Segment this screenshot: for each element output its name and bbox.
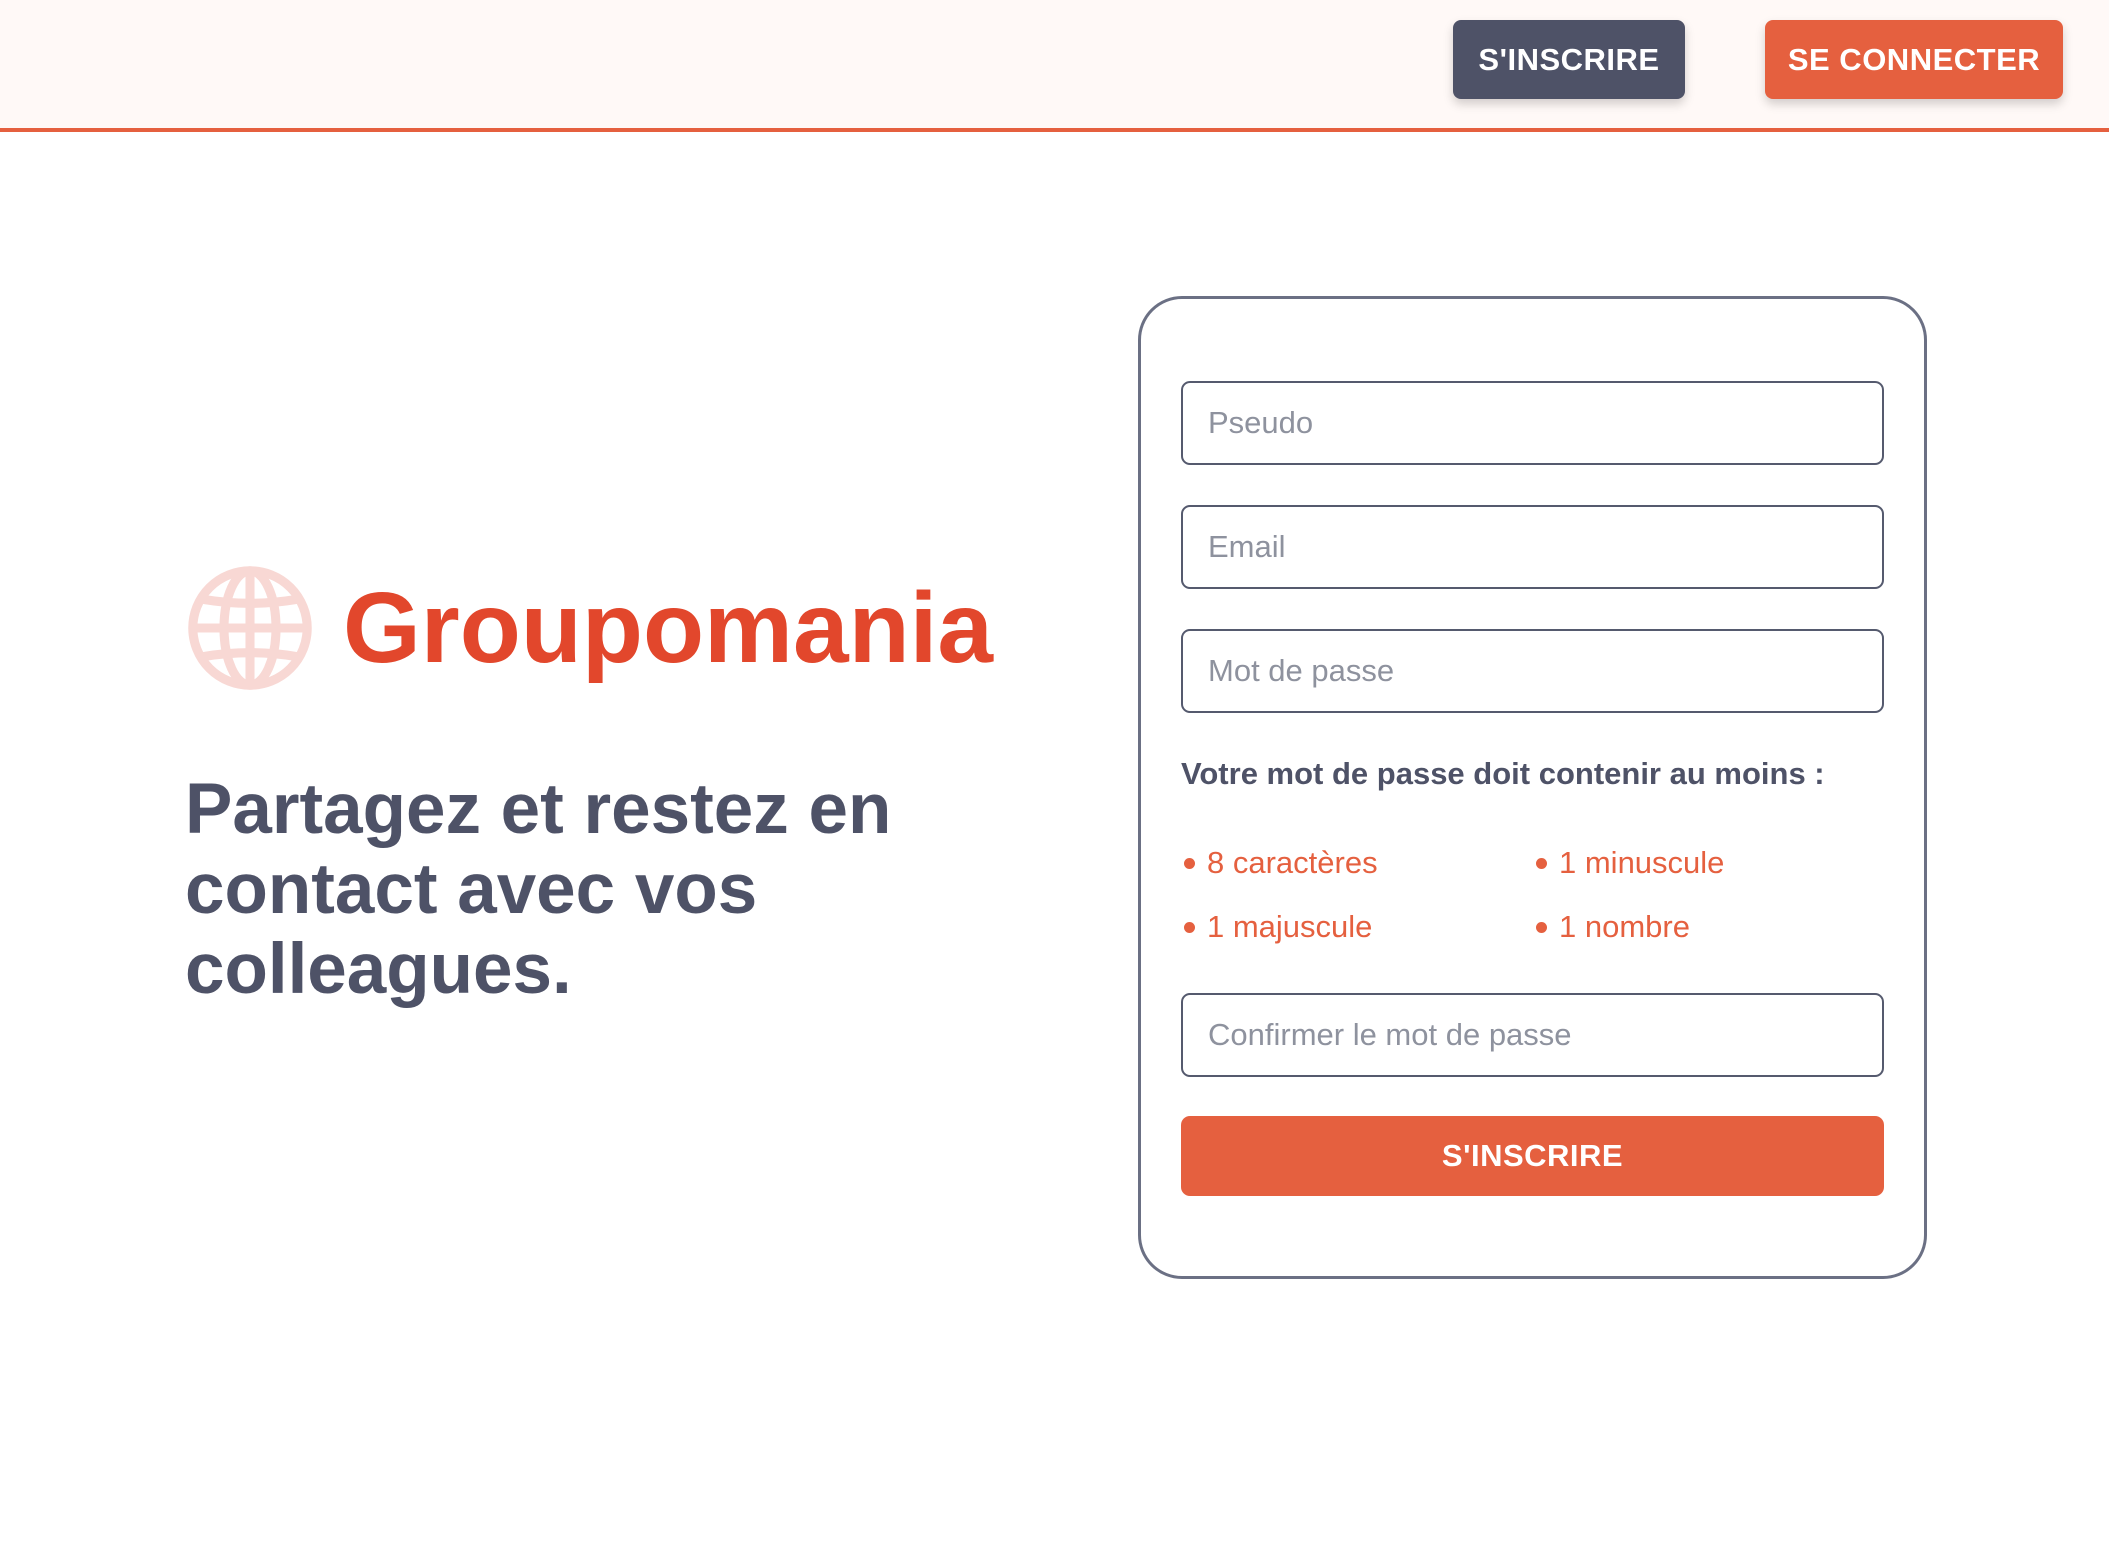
bullet-icon — [1536, 921, 1547, 933]
bullet-icon — [1536, 857, 1547, 869]
password-input[interactable] — [1181, 629, 1884, 713]
brand-name: Groupomania — [343, 571, 994, 684]
bullet-icon — [1184, 857, 1195, 869]
top-nav: S'INSCRIRE SE CONNECTER — [0, 0, 2109, 132]
requirement-label: 8 caractères — [1207, 845, 1378, 880]
password-hint: Votre mot de passe doit contenir au moin… — [1181, 756, 1825, 791]
requirement-label: 1 majuscule — [1207, 909, 1373, 944]
nav-login-button[interactable]: SE CONNECTER — [1765, 20, 2063, 99]
tagline: Partagez et restez en contact avec vos c… — [185, 770, 892, 1009]
requirement-item: 1 nombre — [1536, 909, 1690, 945]
requirement-label: 1 minuscule — [1559, 845, 1725, 880]
confirm-password-input[interactable] — [1181, 993, 1884, 1077]
requirement-item: 1 majuscule — [1184, 909, 1372, 945]
requirement-item: 1 minuscule — [1536, 845, 1724, 881]
email-input[interactable] — [1181, 505, 1884, 589]
requirement-label: 1 nombre — [1559, 909, 1690, 944]
submit-signup-button[interactable]: S'INSCRIRE — [1181, 1116, 1884, 1196]
brand-logo: Groupomania — [185, 560, 993, 695]
bullet-icon — [1184, 921, 1195, 933]
globe-icon — [188, 565, 312, 690]
requirement-item: 8 caractères — [1184, 845, 1378, 881]
pseudo-input[interactable] — [1181, 381, 1884, 465]
nav-signup-button[interactable]: S'INSCRIRE — [1453, 20, 1685, 99]
